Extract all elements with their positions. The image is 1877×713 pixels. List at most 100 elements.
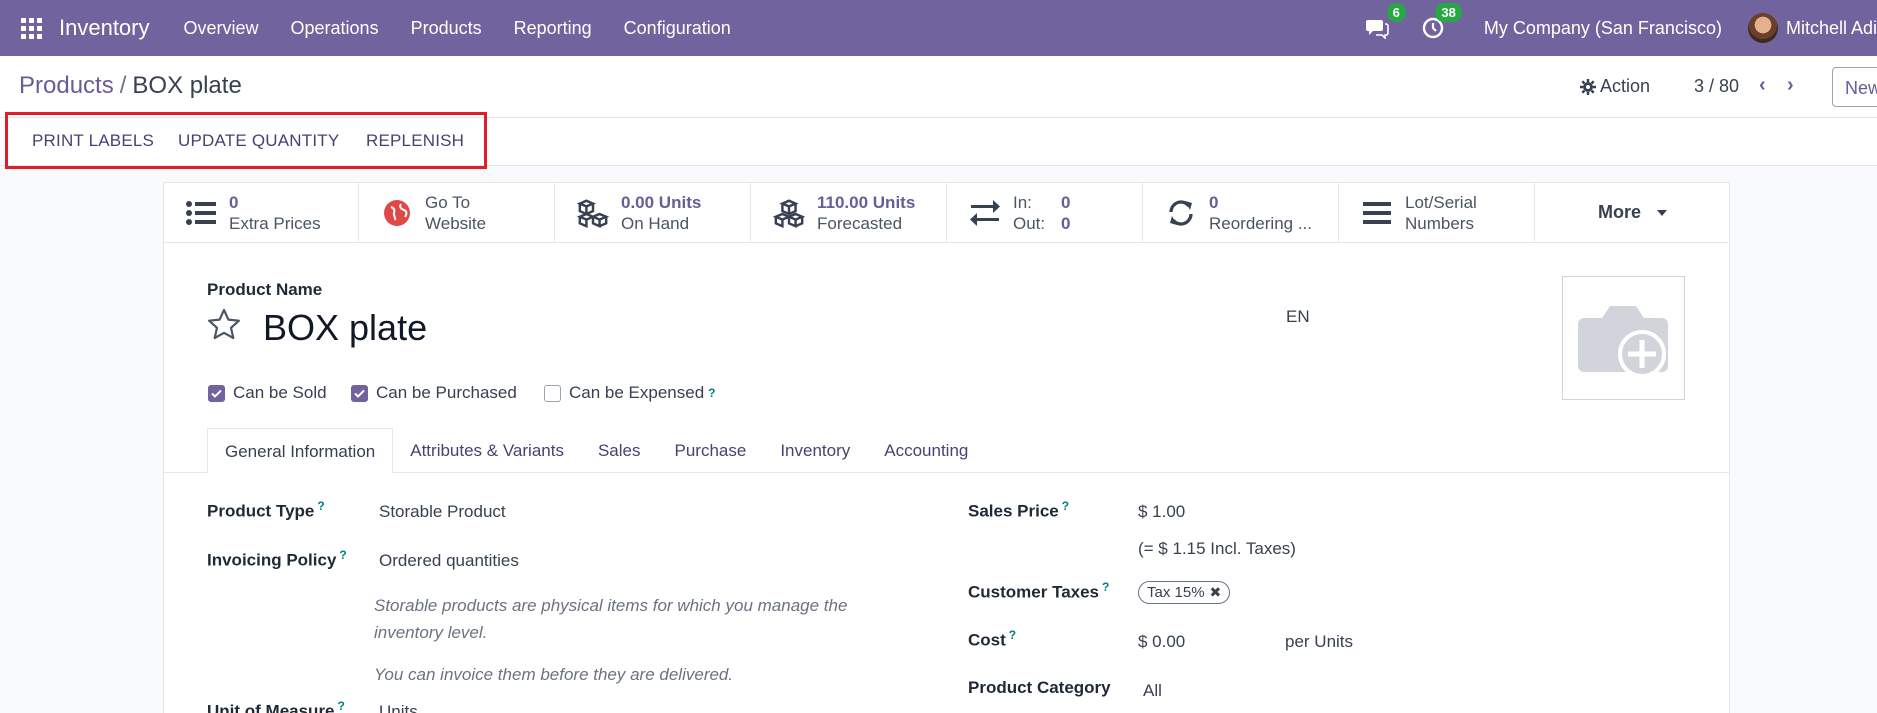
refresh-icon <box>1165 197 1197 229</box>
help-tooltip-icon[interactable]: ? <box>1009 628 1016 642</box>
invoicing-policy-select[interactable]: Ordered quantities <box>379 551 519 571</box>
activities-badge: 38 <box>1435 3 1462 22</box>
favorite-star-icon[interactable] <box>207 308 241 340</box>
product-type-select[interactable]: Storable Product <box>379 502 506 522</box>
cost-input[interactable]: $ 0.00 <box>1138 632 1185 652</box>
product-image-upload[interactable] <box>1562 276 1685 400</box>
incl-taxes-text: (= $ 1.15 Incl. Taxes) <box>1138 539 1296 558</box>
reordering-label: Reordering ... <box>1209 213 1312 233</box>
cubes-icon <box>577 197 609 229</box>
can-be-purchased-checkbox[interactable]: Can be Purchased <box>351 383 517 403</box>
tab-general-information[interactable]: General Information <box>207 428 394 473</box>
pager-prev-chevron-icon[interactable]: ‹ <box>1759 74 1766 97</box>
product-name-input[interactable]: BOX plate <box>263 307 427 349</box>
help-tooltip-icon[interactable]: ? <box>338 699 345 713</box>
cubes-icon <box>773 197 805 229</box>
app-name[interactable]: Inventory <box>59 15 150 41</box>
cost-label-text: Cost <box>968 630 1006 650</box>
can-be-expensed-checkbox[interactable]: Can be Expensed ? <box>544 383 716 403</box>
forecasted-value: 110.00 Units <box>817 192 916 212</box>
product-category-select[interactable]: All <box>1143 681 1162 701</box>
menu-overview[interactable]: Overview <box>184 18 259 39</box>
breadcrumb-products[interactable]: Products <box>19 72 114 99</box>
list-icon <box>185 197 217 229</box>
gear-icon <box>1580 78 1596 95</box>
lot-line2: Numbers <box>1405 213 1474 233</box>
product-name-label: Product Name <box>207 280 323 299</box>
tab-purchase[interactable]: Purchase <box>657 428 763 473</box>
remove-tag-icon[interactable]: ✖ <box>1210 584 1222 601</box>
new-button[interactable]: New <box>1832 67 1877 107</box>
user-avatar[interactable] <box>1747 13 1778 43</box>
extra-prices-label: Extra Prices <box>229 213 321 233</box>
tax-tag[interactable]: Tax 15% ✖ <box>1138 581 1231 604</box>
forecasted-label: Forecasted <box>817 213 903 233</box>
tab-accounting[interactable]: Accounting <box>867 428 985 473</box>
action-menu-button[interactable]: Action <box>1580 76 1650 97</box>
on-hand-label: On Hand <box>621 213 690 233</box>
product-category-label: Product Category <box>968 678 1111 697</box>
messages-badge: 6 <box>1386 3 1406 22</box>
can-be-sold-checkbox[interactable]: Can be Sold <box>208 383 327 403</box>
product-type-label: Product Type? <box>207 499 325 522</box>
in-out-button[interactable]: In: 0 Out: 0 <box>947 182 1143 243</box>
uom-label-text: Unit of Measure <box>207 701 335 713</box>
go-to-website-button[interactable]: Go To Website <box>359 182 555 243</box>
reordering-value: 0 <box>1209 192 1219 212</box>
invoicing-policy-label-text: Invoicing Policy <box>207 550 337 570</box>
activities-button[interactable]: 38 <box>1420 3 1462 41</box>
breadcrumb: Products / BOX plate <box>19 72 242 100</box>
checkbox-checked-icon <box>351 384 368 402</box>
menu-configuration[interactable]: Configuration <box>624 18 731 39</box>
sales-price-label: Sales Price? <box>968 499 1069 522</box>
forecasted-button[interactable]: 110.00 Units Forecasted <box>751 182 947 243</box>
checkbox-unchecked-icon <box>544 384 561 402</box>
lot-line1: Lot/Serial <box>1405 192 1477 212</box>
tab-inventory[interactable]: Inventory <box>763 428 867 473</box>
on-hand-button[interactable]: 0.00 Units On Hand <box>555 182 751 243</box>
apps-menu-icon[interactable] <box>19 16 43 40</box>
action-label: Action <box>1600 76 1651 96</box>
globe-icon <box>381 197 413 229</box>
pager-value[interactable]: 3 / 80 <box>1694 76 1739 97</box>
language-switch[interactable]: EN <box>1286 307 1310 327</box>
sales-price-input[interactable]: $ 1.00 <box>1138 502 1185 522</box>
cost-label: Cost? <box>968 628 1016 651</box>
pager-next-chevron-icon[interactable]: › <box>1787 74 1794 97</box>
extra-prices-button[interactable]: 0 Extra Prices <box>163 182 359 243</box>
reordering-button[interactable]: 0 Reordering ... <box>1143 182 1339 243</box>
lot-serial-button[interactable]: Lot/Serial Numbers <box>1339 182 1535 243</box>
can-be-expensed-label: Can be Expensed <box>569 383 705 402</box>
website-line1: Go To <box>425 192 471 212</box>
uom-select[interactable]: Units <box>379 702 418 713</box>
more-label: More <box>1597 202 1641 222</box>
on-hand-value: 0.00 Units <box>621 192 702 212</box>
product-type-help-text: Storable products are physical items for… <box>374 596 848 642</box>
out-label: Out: <box>1013 213 1046 233</box>
highlight-box <box>5 112 487 169</box>
top-navbar: Inventory Overview Operations Products R… <box>0 0 1877 56</box>
help-tooltip-icon[interactable]: ? <box>317 499 324 513</box>
breadcrumb-separator: / <box>119 72 127 99</box>
company-switcher[interactable]: My Company (San Francisco) <box>1484 18 1722 39</box>
in-label: In: <box>1013 192 1032 212</box>
help-tooltip-icon[interactable]: ? <box>708 386 715 400</box>
help-tooltip-icon[interactable]: ? <box>1062 499 1069 513</box>
tax-tag-label: Tax 15% <box>1147 584 1205 601</box>
tab-sales[interactable]: Sales <box>581 428 658 473</box>
out-value: 0 <box>1061 213 1071 233</box>
menu-products[interactable]: Products <box>411 18 482 39</box>
extra-prices-value: 0 <box>229 192 239 212</box>
control-panel: Products / BOX plate Action 3 / 80 ‹ › New <box>0 56 1877 118</box>
help-tooltip-icon[interactable]: ? <box>339 548 346 562</box>
menu-reporting[interactable]: Reporting <box>514 18 592 39</box>
exchange-arrows-icon <box>969 197 1001 229</box>
tab-attributes-variants[interactable]: Attributes & Variants <box>393 428 581 473</box>
menu-operations[interactable]: Operations <box>291 18 379 39</box>
camera-plus-icon <box>1577 306 1668 378</box>
user-name[interactable]: Mitchell Adi <box>1786 18 1877 39</box>
more-dropdown-button[interactable]: More <box>1535 182 1730 243</box>
help-tooltip-icon[interactable]: ? <box>1102 580 1109 594</box>
messages-button[interactable]: 6 <box>1364 3 1406 41</box>
checkbox-checked-icon <box>208 384 225 402</box>
